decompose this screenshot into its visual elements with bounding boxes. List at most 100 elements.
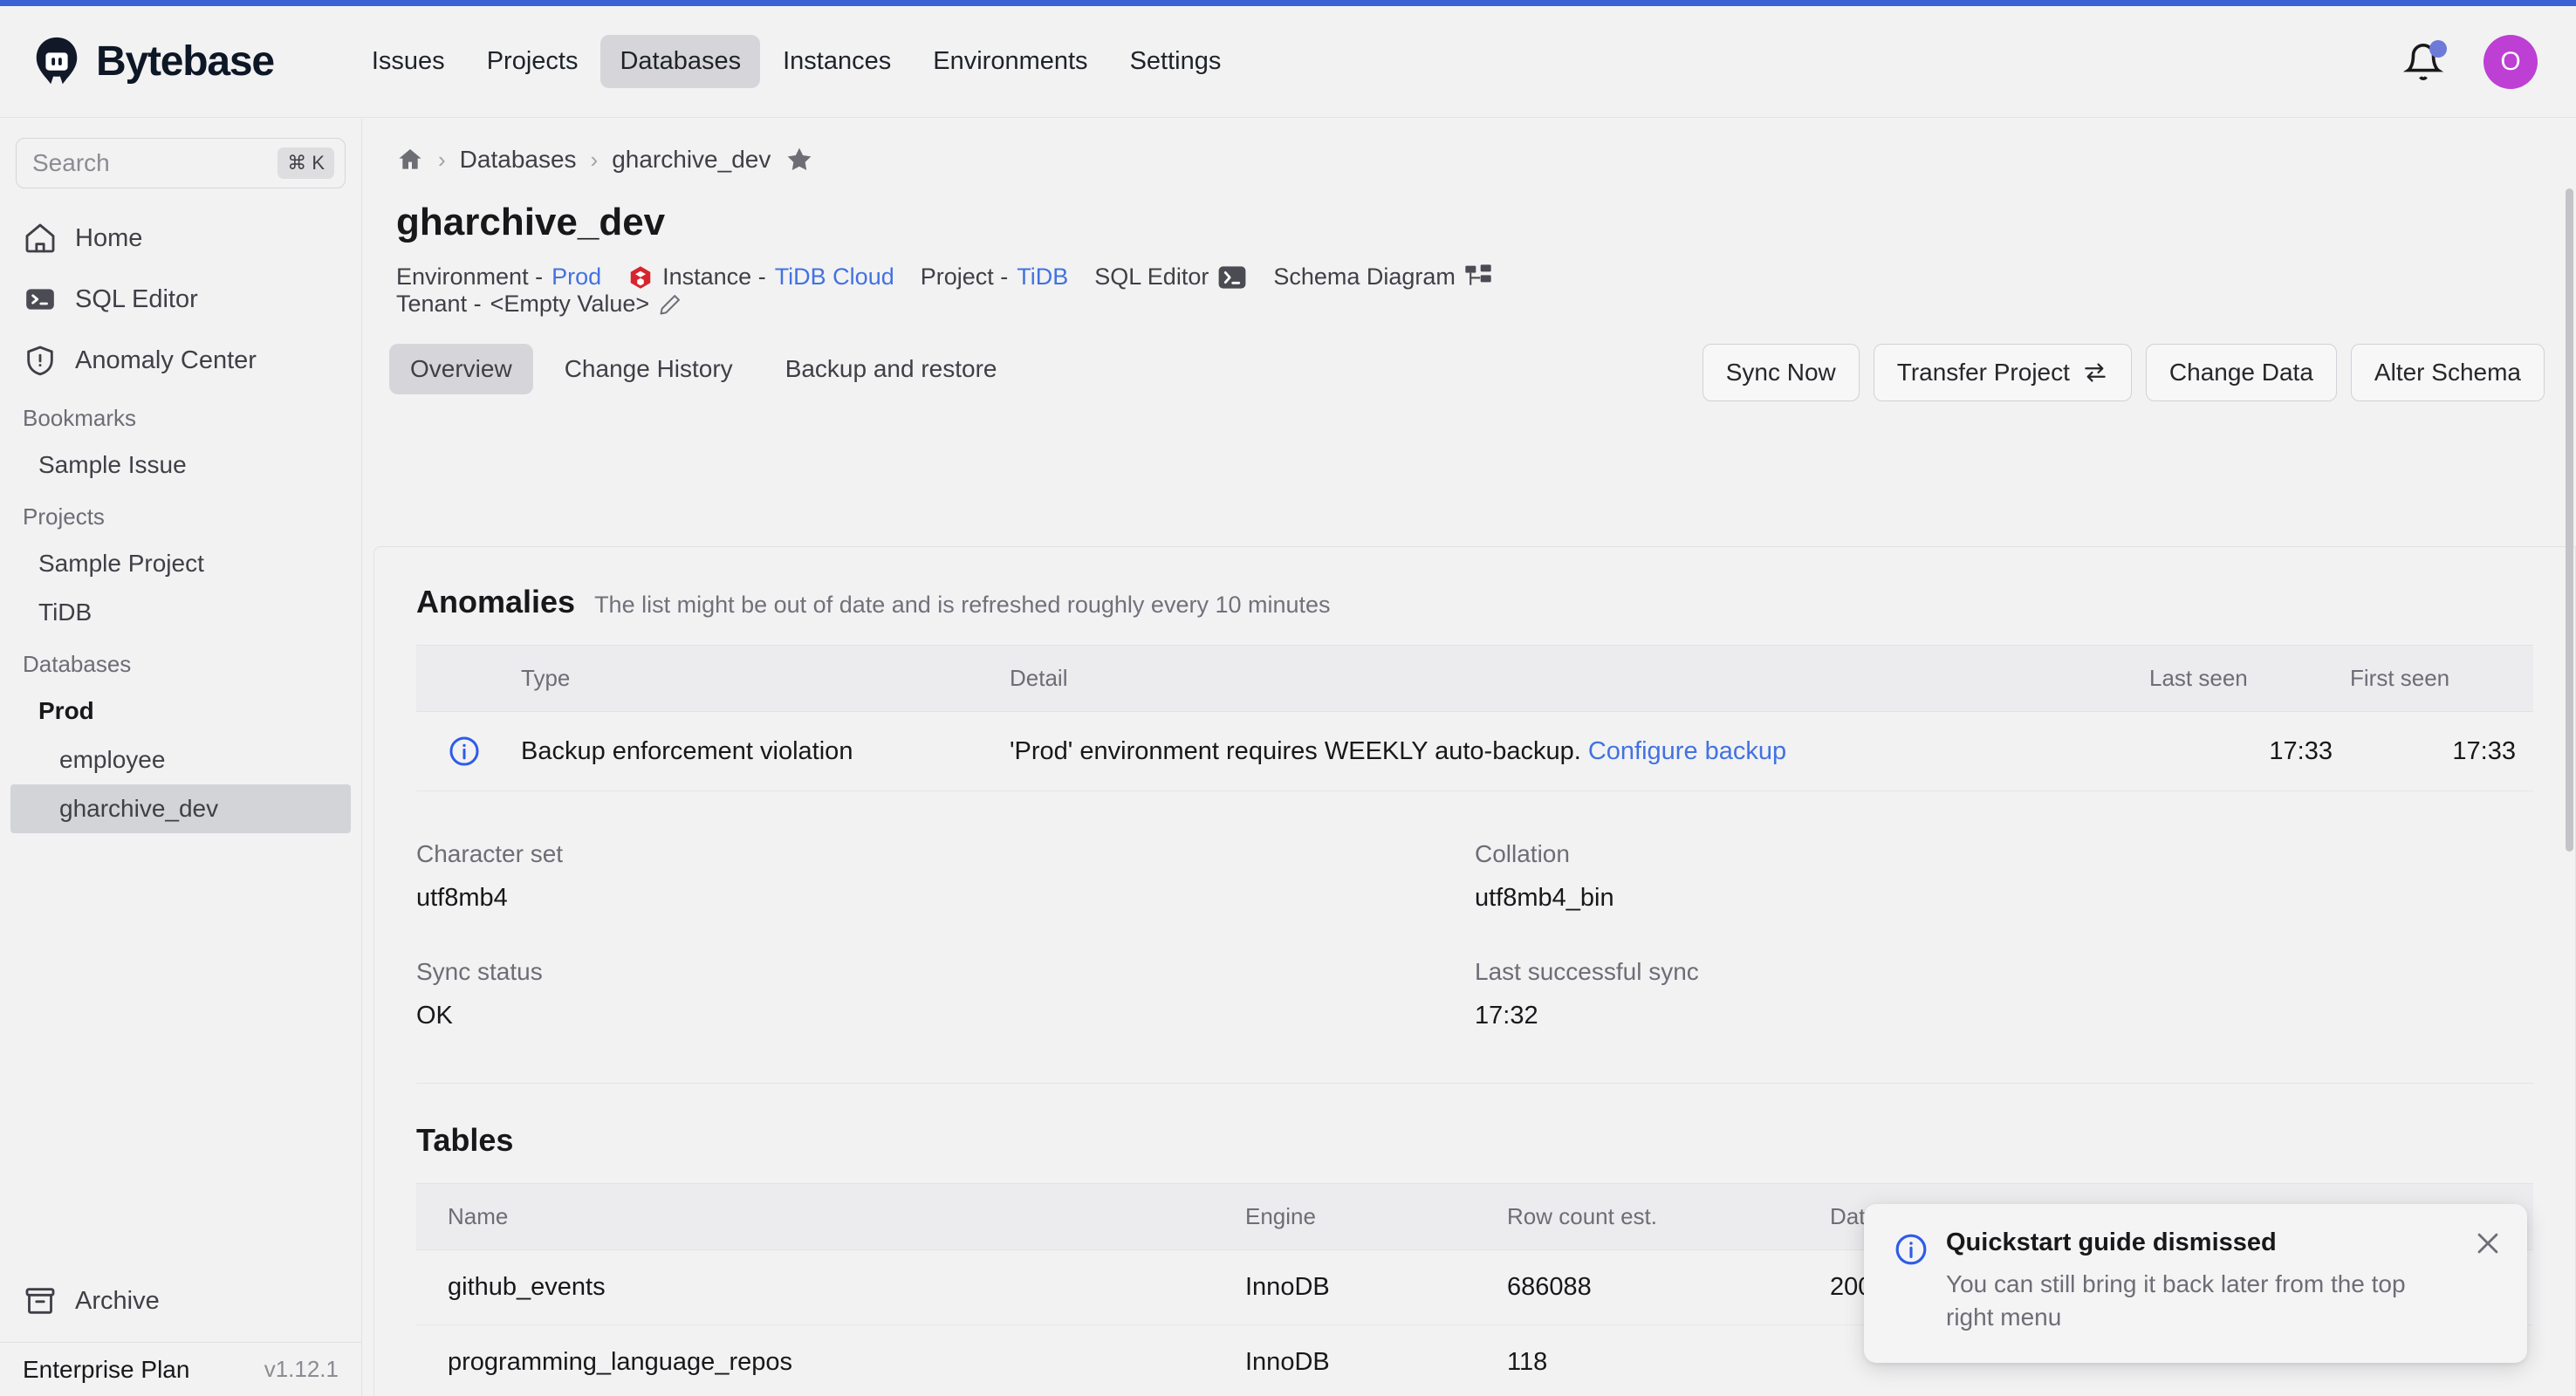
info-circle-icon bbox=[1894, 1232, 1927, 1265]
search-shortcut-badge: ⌘ K bbox=[277, 147, 334, 179]
table-row-count: 118 bbox=[1507, 1324, 1830, 1396]
collation-label: Collation bbox=[1475, 840, 1570, 867]
main-scrollbar-thumb[interactable] bbox=[2566, 188, 2573, 852]
nav-item-environments[interactable]: Environments bbox=[914, 35, 1106, 88]
section-divider bbox=[416, 1083, 2533, 1084]
sync-now-button[interactable]: Sync Now bbox=[1702, 344, 1860, 401]
sidebar-item-archive-label: Archive bbox=[75, 1286, 160, 1315]
meta-project: Project - TiDB bbox=[921, 263, 1069, 291]
alter-schema-label: Alter Schema bbox=[2374, 359, 2521, 386]
sync-status-label: Sync status bbox=[416, 958, 543, 985]
anomalies-header-row: Type Detail Last seen First seen bbox=[416, 645, 2533, 712]
meta-schema-diagram-label: Schema Diagram bbox=[1273, 263, 1456, 290]
meta-instance-label: Instance - bbox=[662, 263, 766, 290]
tab-change-history[interactable]: Change History bbox=[544, 344, 754, 394]
breadcrumb-separator-2: › bbox=[590, 146, 599, 173]
table-engine: InnoDB bbox=[1245, 1249, 1507, 1325]
meta-project-value[interactable]: TiDB bbox=[1017, 263, 1068, 291]
sidebar-item-home[interactable]: Home bbox=[0, 208, 361, 269]
bookmark-star-icon[interactable] bbox=[784, 145, 814, 174]
page-title: gharchive_dev bbox=[396, 201, 666, 243]
terminal-icon bbox=[23, 282, 58, 317]
info-circle-icon bbox=[448, 735, 481, 768]
nav-item-instances[interactable]: Instances bbox=[764, 35, 910, 88]
avatar[interactable]: O bbox=[2484, 34, 2538, 89]
change-data-label: Change Data bbox=[2168, 359, 2313, 386]
nav-item-issues[interactable]: Issues bbox=[353, 35, 464, 88]
breadcrumb-item-current[interactable]: gharchive_dev bbox=[612, 146, 771, 174]
tidb-logo-icon bbox=[627, 264, 654, 291]
brand[interactable]: Bytebase bbox=[30, 35, 275, 89]
notifications-button[interactable] bbox=[2402, 39, 2447, 82]
sidebar-item-sql-editor[interactable]: SQL Editor bbox=[0, 269, 361, 330]
sidebar-item-anomaly-center-label: Anomaly Center bbox=[75, 346, 257, 374]
search-placeholder: Search bbox=[32, 149, 110, 176]
search-input[interactable]: Search ⌘ K bbox=[16, 138, 346, 188]
sync-status-value: OK bbox=[416, 1002, 453, 1030]
breadcrumb-item-databases[interactable]: Databases bbox=[460, 146, 577, 174]
meta-sql-editor-link[interactable]: SQL Editor bbox=[1094, 263, 1247, 291]
meta-tenant-value: <Empty Value> bbox=[490, 291, 650, 317]
sidebar-item-employee[interactable]: employee bbox=[0, 736, 361, 784]
breadcrumb: › Databases › gharchive_dev bbox=[396, 145, 2576, 174]
sidebar-primary-list: Home SQL Editor Anomaly Center Bookmarks… bbox=[0, 208, 361, 833]
meta-tenant-label: Tenant - bbox=[396, 291, 482, 317]
terminal-icon bbox=[1217, 265, 1247, 290]
character-set-value: utf8mb4 bbox=[416, 884, 508, 912]
tables-col-rows: Row count est. bbox=[1507, 1183, 1830, 1250]
table-name: programming_language_repos bbox=[416, 1324, 1245, 1396]
anomalies-table-body: Backup enforcement violation 'Prod' envi… bbox=[416, 711, 2533, 791]
sidebar-item-tidb[interactable]: TiDB bbox=[0, 588, 361, 637]
anomalies-title: Anomalies bbox=[416, 584, 576, 619]
sidebar-item-sample-issue[interactable]: Sample Issue bbox=[0, 441, 361, 489]
anomalies-table-head: Type Detail Last seen First seen bbox=[416, 645, 2533, 712]
anomalies-col-type: Type bbox=[521, 645, 1010, 712]
meta-environment-value[interactable]: Prod bbox=[552, 263, 601, 291]
anomaly-last-seen: 17:33 bbox=[2149, 711, 2350, 791]
nav-item-databases[interactable]: Databases bbox=[600, 35, 761, 88]
sync-now-label: Sync Now bbox=[1725, 359, 1836, 386]
sidebar-item-anomaly-center[interactable]: Anomaly Center bbox=[0, 330, 361, 391]
meta-project-label: Project - bbox=[920, 263, 1009, 290]
anomaly-severity-cell bbox=[416, 711, 521, 791]
meta-instance-value[interactable]: TiDB Cloud bbox=[775, 263, 894, 291]
meta-environment-label: Environment - bbox=[396, 263, 544, 290]
sidebar-item-archive[interactable]: Archive bbox=[0, 1270, 361, 1331]
nav-item-projects[interactable]: Projects bbox=[468, 35, 598, 88]
change-data-button[interactable]: Change Data bbox=[2145, 344, 2337, 401]
sidebar-section-databases: Databases bbox=[23, 651, 132, 677]
anomalies-col-detail: Detail bbox=[1010, 645, 2149, 712]
alter-schema-button[interactable]: Alter Schema bbox=[2350, 344, 2545, 401]
brand-name: Bytebase bbox=[96, 38, 275, 85]
anomaly-type: Backup enforcement violation bbox=[521, 711, 1010, 791]
breadcrumb-home-icon[interactable] bbox=[396, 146, 424, 174]
table-row[interactable]: Backup enforcement violation 'Prod' envi… bbox=[416, 711, 2533, 791]
sidebar-section-bookmarks: Bookmarks bbox=[23, 405, 137, 431]
home-icon bbox=[23, 221, 58, 256]
sidebar-item-prod[interactable]: Prod bbox=[0, 687, 361, 736]
edit-pencil-icon[interactable] bbox=[658, 292, 682, 317]
anomalies-table: Type Detail Last seen First seen Backup … bbox=[416, 645, 2533, 791]
configure-backup-link[interactable]: Configure backup bbox=[1588, 737, 1786, 765]
meta-sql-editor-label: SQL Editor bbox=[1094, 263, 1209, 290]
anomalies-col-first-seen: First seen bbox=[2350, 645, 2533, 712]
tab-backup-and-restore[interactable]: Backup and restore bbox=[764, 344, 1018, 394]
meta-schema-diagram-link[interactable]: Schema Diagram bbox=[1273, 263, 1492, 291]
transfer-project-label: Transfer Project bbox=[1896, 359, 2070, 386]
nav-item-settings[interactable]: Settings bbox=[1111, 35, 1241, 88]
table-row-count: 686088 bbox=[1507, 1249, 1830, 1325]
plan-row[interactable]: Enterprise Plan v1.12.1 bbox=[0, 1342, 361, 1396]
main-scrollbar-track[interactable] bbox=[2564, 119, 2576, 1396]
anomalies-subtitle: The list might be out of date and is ref… bbox=[594, 592, 1331, 618]
tab-overview[interactable]: Overview bbox=[389, 344, 533, 394]
tables-col-engine: Engine bbox=[1245, 1183, 1507, 1250]
tables-header: Tables bbox=[416, 1122, 2533, 1159]
table-engine: InnoDB bbox=[1245, 1324, 1507, 1396]
toast-body: You can still bring it back later from t… bbox=[1946, 1270, 2406, 1331]
anomaly-detail-text: 'Prod' environment requires WEEKLY auto-… bbox=[1010, 736, 1581, 765]
sidebar-item-sample-project[interactable]: Sample Project bbox=[0, 539, 361, 588]
meta-instance: Instance - TiDB Cloud bbox=[627, 263, 894, 291]
close-icon[interactable] bbox=[2473, 1228, 2503, 1258]
sidebar-item-gharchive-dev[interactable]: gharchive_dev bbox=[10, 784, 351, 833]
transfer-project-button[interactable]: Transfer Project bbox=[1873, 344, 2132, 401]
